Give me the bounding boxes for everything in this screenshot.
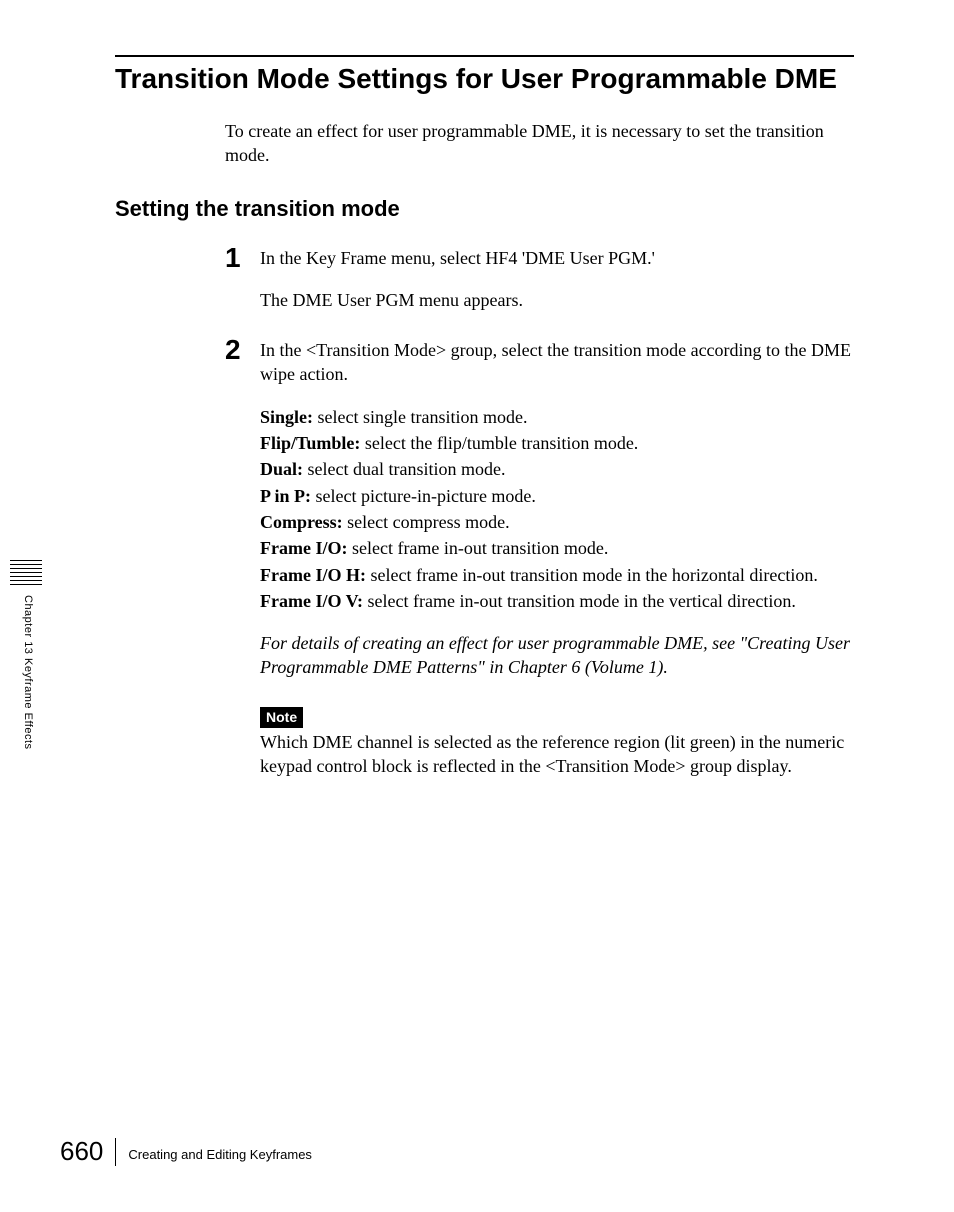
step-number-2: 2 xyxy=(225,334,260,778)
note-text: Which DME channel is selected as the ref… xyxy=(260,730,854,779)
italic-note: For details of creating an effect for us… xyxy=(260,631,854,680)
def-fio-desc: select frame in-out transition mode. xyxy=(347,538,608,558)
footer-section-title: Creating and Editing Keyframes xyxy=(128,1141,312,1162)
intro-paragraph: To create an effect for user programmabl… xyxy=(225,119,854,168)
step-number-1: 1 xyxy=(225,242,260,331)
def-pinp-term: P in P: xyxy=(260,486,311,506)
step-1: 1 In the Key Frame menu, select HF4 'DME… xyxy=(225,242,854,331)
def-fiov-desc: select frame in-out transition mode in t… xyxy=(363,591,796,611)
def-dual-desc: select dual transition mode. xyxy=(303,459,505,479)
def-flip-term: Flip/Tumble: xyxy=(260,433,360,453)
note-label: Note xyxy=(260,707,303,728)
def-pinp-desc: select picture-in-picture mode. xyxy=(311,486,536,506)
def-dual-term: Dual: xyxy=(260,459,303,479)
step-2: 2 In the <Transition Mode> group, select… xyxy=(225,334,854,778)
def-fio-term: Frame I/O: xyxy=(260,538,347,558)
top-rule xyxy=(115,55,854,57)
page-title: Transition Mode Settings for User Progra… xyxy=(115,63,854,95)
def-flip-desc: select the flip/tumble transition mode. xyxy=(360,433,638,453)
footer-separator xyxy=(115,1138,116,1166)
page-footer: 660 Creating and Editing Keyframes xyxy=(60,1136,312,1167)
section-heading: Setting the transition mode xyxy=(115,196,854,222)
def-fiov-term: Frame I/O V: xyxy=(260,591,363,611)
def-compress-desc: select compress mode. xyxy=(343,512,510,532)
step1-line1: In the Key Frame menu, select HF4 'DME U… xyxy=(260,246,854,270)
def-compress-term: Compress: xyxy=(260,512,343,532)
def-single-term: Single: xyxy=(260,407,313,427)
def-fioh-term: Frame I/O H: xyxy=(260,565,366,585)
page-number: 660 xyxy=(60,1136,115,1167)
def-fioh-desc: select frame in-out transition mode in t… xyxy=(366,565,818,585)
note-block: Note Which DME channel is selected as th… xyxy=(260,704,854,778)
step1-line2: The DME User PGM menu appears. xyxy=(260,288,854,312)
definition-list: Single: select single transition mode. F… xyxy=(260,405,854,613)
italic-text: For details of creating an effect for us… xyxy=(260,631,854,680)
step2-intro: In the <Transition Mode> group, select t… xyxy=(260,338,854,387)
def-single-desc: select single transition mode. xyxy=(313,407,527,427)
